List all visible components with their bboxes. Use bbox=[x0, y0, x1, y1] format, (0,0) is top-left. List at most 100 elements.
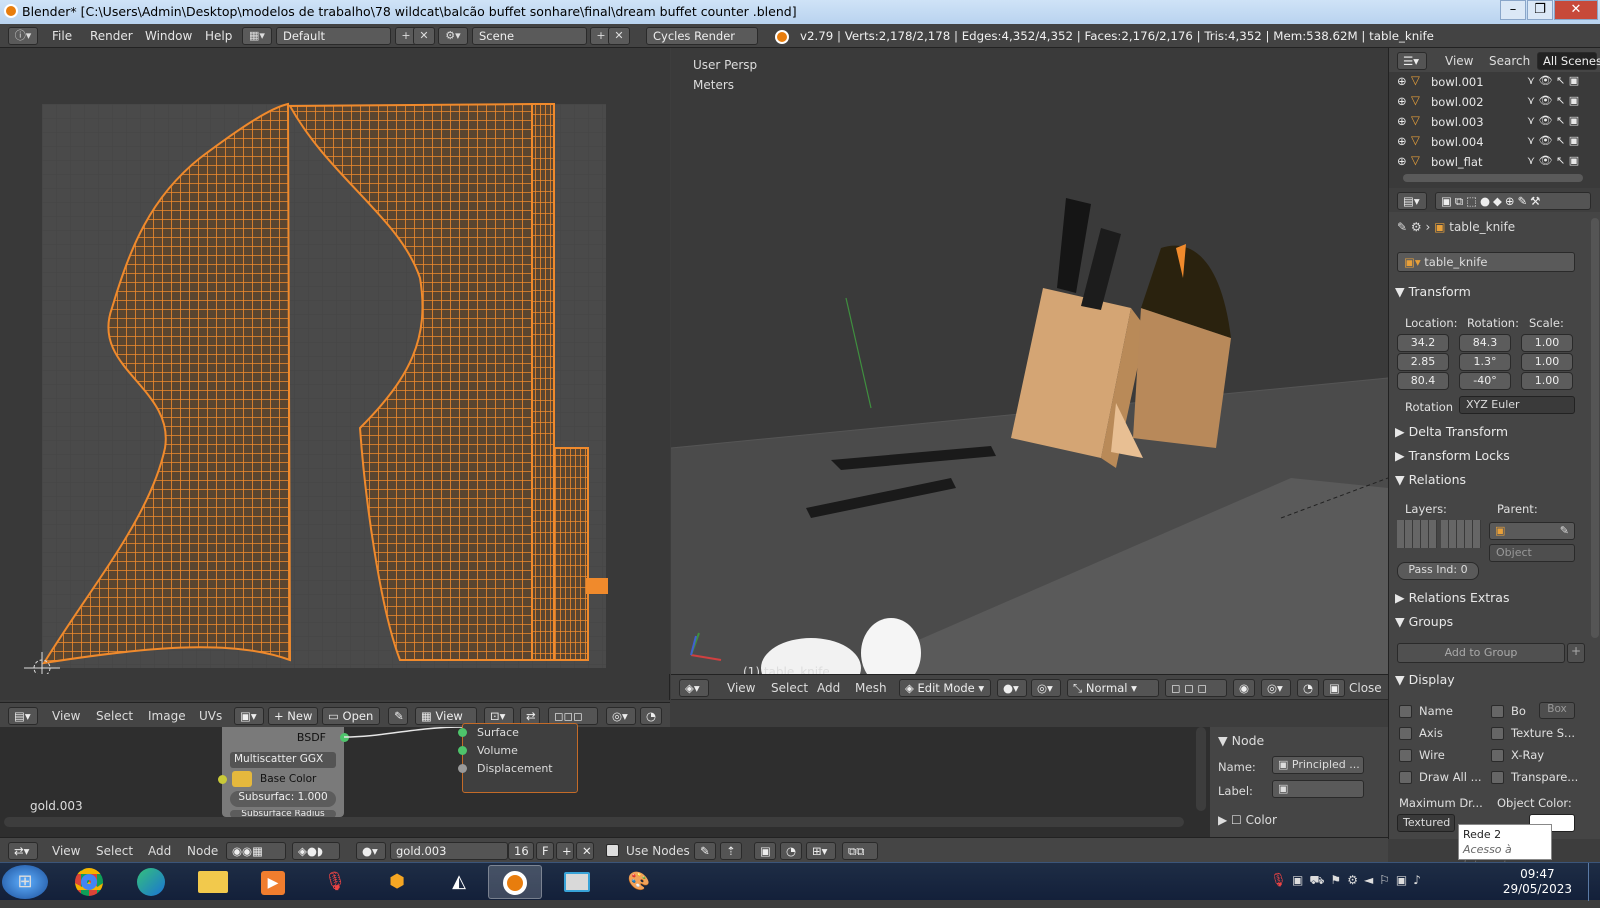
new-image-button[interactable]: + New bbox=[268, 707, 318, 725]
window-app-icon[interactable] bbox=[550, 865, 604, 899]
node-name-field[interactable]: ▣ Principled ... bbox=[1272, 756, 1364, 774]
maximize-button[interactable]: ❐ bbox=[1527, 0, 1553, 20]
rotation-y-field[interactable]: 1.3° bbox=[1459, 353, 1511, 371]
displacement-socket[interactable] bbox=[458, 764, 467, 773]
base-color-swatch[interactable] bbox=[232, 771, 252, 787]
minimize-button[interactable]: – bbox=[1500, 0, 1526, 20]
distribution-select[interactable]: Multiscatter GGX bbox=[230, 752, 336, 768]
pass-index-field[interactable]: Pass Ind: 0 bbox=[1397, 562, 1479, 580]
outliner-item[interactable]: ⊕ ▽ bowl.004 ⋎ 👁 ↖ ▣ bbox=[1389, 132, 1589, 152]
location-y-field[interactable]: 2.85 bbox=[1397, 353, 1449, 371]
node-menu-view[interactable]: View bbox=[52, 844, 80, 858]
outliner[interactable]: ☰▾ View Search All Scenes ⊕ ▽ bowl.001 ⋎ 👁 … bbox=[1388, 48, 1600, 188]
volume-socket[interactable] bbox=[458, 746, 467, 755]
relations-extras-header[interactable]: ▶ Relations Extras bbox=[1395, 590, 1589, 612]
outliner-type-icon[interactable]: ☰▾ bbox=[1397, 52, 1427, 70]
app-icon[interactable]: ⬢ bbox=[370, 865, 424, 899]
node-label-field[interactable]: ▣ bbox=[1272, 780, 1364, 798]
image-browse-icon[interactable]: ▣▾ bbox=[234, 707, 264, 725]
mic-tray-icon[interactable]: 🎙 bbox=[1270, 873, 1287, 888]
shader-type-icons[interactable]: ◈●◗ bbox=[292, 842, 340, 860]
file-explorer-icon[interactable] bbox=[186, 865, 240, 899]
fake-user-button[interactable]: F bbox=[536, 842, 554, 860]
base-color-socket[interactable] bbox=[218, 775, 227, 784]
uv-editor-type-icon[interactable]: ▤▾ bbox=[8, 707, 38, 725]
menu-render[interactable]: Render bbox=[90, 29, 133, 43]
properties-type-icon[interactable]: ▤▾ bbox=[1397, 192, 1427, 210]
uv-menu-view[interactable]: View bbox=[52, 709, 80, 723]
layers-grid-2[interactable] bbox=[1441, 520, 1481, 548]
visibility-icons[interactable]: ⋎ 👁 ↖ ▣ bbox=[1527, 134, 1579, 147]
material-browse-icon[interactable]: ●▾ bbox=[356, 842, 386, 860]
bounds-type-select[interactable]: Box bbox=[1539, 702, 1575, 719]
outliner-menu-search[interactable]: Search bbox=[1489, 54, 1530, 68]
go-parent-icon[interactable]: ⇡ bbox=[720, 842, 742, 860]
material-output-node[interactable]: Surface Volume Displacement bbox=[458, 723, 578, 793]
pin-node-icon[interactable]: ✎ bbox=[694, 842, 716, 860]
snap-node-icon[interactable]: ◔ bbox=[780, 842, 802, 860]
outliner-item[interactable]: ⊕ ▽ bowl.003 ⋎ 👁 ↖ ▣ bbox=[1389, 112, 1589, 132]
parent-type-select[interactable]: Object bbox=[1489, 544, 1575, 562]
3d-viewport[interactable]: User Persp Meters (1) table_knife ◈▾ Vie… bbox=[671, 48, 1388, 700]
scale-y-field[interactable]: 1.00 bbox=[1521, 353, 1573, 371]
node-tree-type-icons[interactable]: ◉◉▦ bbox=[226, 842, 286, 860]
use-nodes-checkbox[interactable] bbox=[606, 844, 619, 857]
uv-menu-image[interactable]: Image bbox=[148, 709, 186, 723]
shading-icon[interactable]: ●▾ bbox=[997, 679, 1027, 697]
add-to-group-button[interactable]: Add to Group bbox=[1397, 643, 1565, 663]
surface-socket[interactable] bbox=[458, 728, 467, 737]
xray-checkbox[interactable] bbox=[1491, 749, 1504, 762]
object-name-field[interactable]: ▣▾ table_knife bbox=[1397, 252, 1575, 272]
transparency-checkbox[interactable] bbox=[1491, 771, 1504, 784]
screen-layout-field[interactable]: Default bbox=[276, 27, 391, 45]
menu-help[interactable]: Help bbox=[205, 29, 232, 43]
node-horizontal-scrollbar[interactable] bbox=[4, 817, 1184, 827]
unity-icon[interactable]: ◭ bbox=[432, 865, 486, 899]
uv-menu-uvs[interactable]: UVs bbox=[199, 709, 222, 723]
delta-transform-header[interactable]: ▶ Delta Transform bbox=[1395, 424, 1589, 446]
snap-mode-icon[interactable]: ⊞▾ bbox=[806, 842, 836, 860]
snap-icon[interactable]: ◔ bbox=[640, 707, 662, 725]
outliner-item[interactable]: ⊕ ▽ bowl.002 ⋎ 👁 ↖ ▣ bbox=[1389, 92, 1589, 112]
viewport-menu-view[interactable]: View bbox=[727, 681, 755, 695]
backdrop-icon[interactable]: ▣ bbox=[754, 842, 776, 860]
close-button[interactable]: ✕ bbox=[1554, 0, 1598, 20]
scale-z-field[interactable]: 1.00 bbox=[1521, 372, 1573, 390]
relations-header[interactable]: ▼ Relations bbox=[1395, 472, 1589, 494]
menu-file[interactable]: File bbox=[52, 29, 72, 43]
visibility-icons[interactable]: ⋎ 👁 ↖ ▣ bbox=[1527, 154, 1579, 167]
scene-field[interactable]: Scene bbox=[472, 27, 587, 45]
expand-icon[interactable]: ⊕ bbox=[1397, 114, 1407, 128]
copy-paste-icons[interactable]: ⧉⧉ bbox=[842, 842, 878, 860]
close-button-viewport[interactable]: Close bbox=[1349, 681, 1382, 695]
render-engine-select[interactable]: Cycles Render bbox=[646, 27, 758, 45]
visibility-icons[interactable]: ⋎ 👁 ↖ ▣ bbox=[1527, 114, 1579, 127]
tray-icons[interactable]: ▣⛟⚑⚙◄⚐▣♪ bbox=[1292, 873, 1427, 889]
properties-scrollbar[interactable] bbox=[1591, 218, 1599, 638]
viewport-type-icon[interactable]: ◈▾ bbox=[679, 679, 709, 697]
viewport-scene[interactable] bbox=[671, 48, 1388, 674]
uv-editor[interactable]: ▤▾ View Select Image UVs ▣▾ + New ▭ Open… bbox=[0, 48, 670, 728]
transform-locks-header[interactable]: ▶ Transform Locks bbox=[1395, 448, 1589, 470]
edge-icon[interactable] bbox=[124, 865, 178, 899]
proportional-edit-icon[interactable]: ◎▾ bbox=[606, 707, 636, 725]
chrome-icon[interactable] bbox=[62, 865, 116, 899]
expand-icon[interactable]: ⊕ bbox=[1397, 94, 1407, 108]
media-player-icon[interactable]: ▶ bbox=[246, 865, 300, 899]
microphone-icon[interactable]: 🎙 bbox=[308, 865, 362, 899]
outliner-item[interactable]: ⊕ ▽ bowl_flat ⋎ 👁 ↖ ▣ bbox=[1389, 152, 1589, 172]
material-name-field[interactable]: gold.003 bbox=[390, 842, 508, 860]
open-image-button[interactable]: ▭ Open bbox=[322, 707, 380, 725]
start-button[interactable]: ⊞ bbox=[2, 865, 48, 899]
transform-orientation-select[interactable]: ⤡ Normal ▾ bbox=[1067, 679, 1159, 697]
subsurface-slider[interactable]: Subsurfac: 1.000 bbox=[230, 791, 336, 807]
occlude-geometry-icon[interactable]: ◉ bbox=[1233, 679, 1255, 697]
scene-icon[interactable]: ⚙▾ bbox=[438, 27, 468, 45]
name-checkbox[interactable] bbox=[1399, 705, 1412, 718]
node-panel-header[interactable]: ▼ Node bbox=[1218, 733, 1264, 748]
render-preview-icon[interactable]: ▣ bbox=[1323, 679, 1345, 697]
properties-context-tabs[interactable]: ▣⧉⬚●◆⊕✎⚒ bbox=[1435, 192, 1591, 210]
texture-space-checkbox[interactable] bbox=[1491, 727, 1504, 740]
node-editor[interactable]: gold.003 BSDF Multiscatter GGX Base Colo… bbox=[0, 723, 1388, 837]
pivot-point-icon[interactable]: ◎▾ bbox=[1031, 679, 1061, 697]
